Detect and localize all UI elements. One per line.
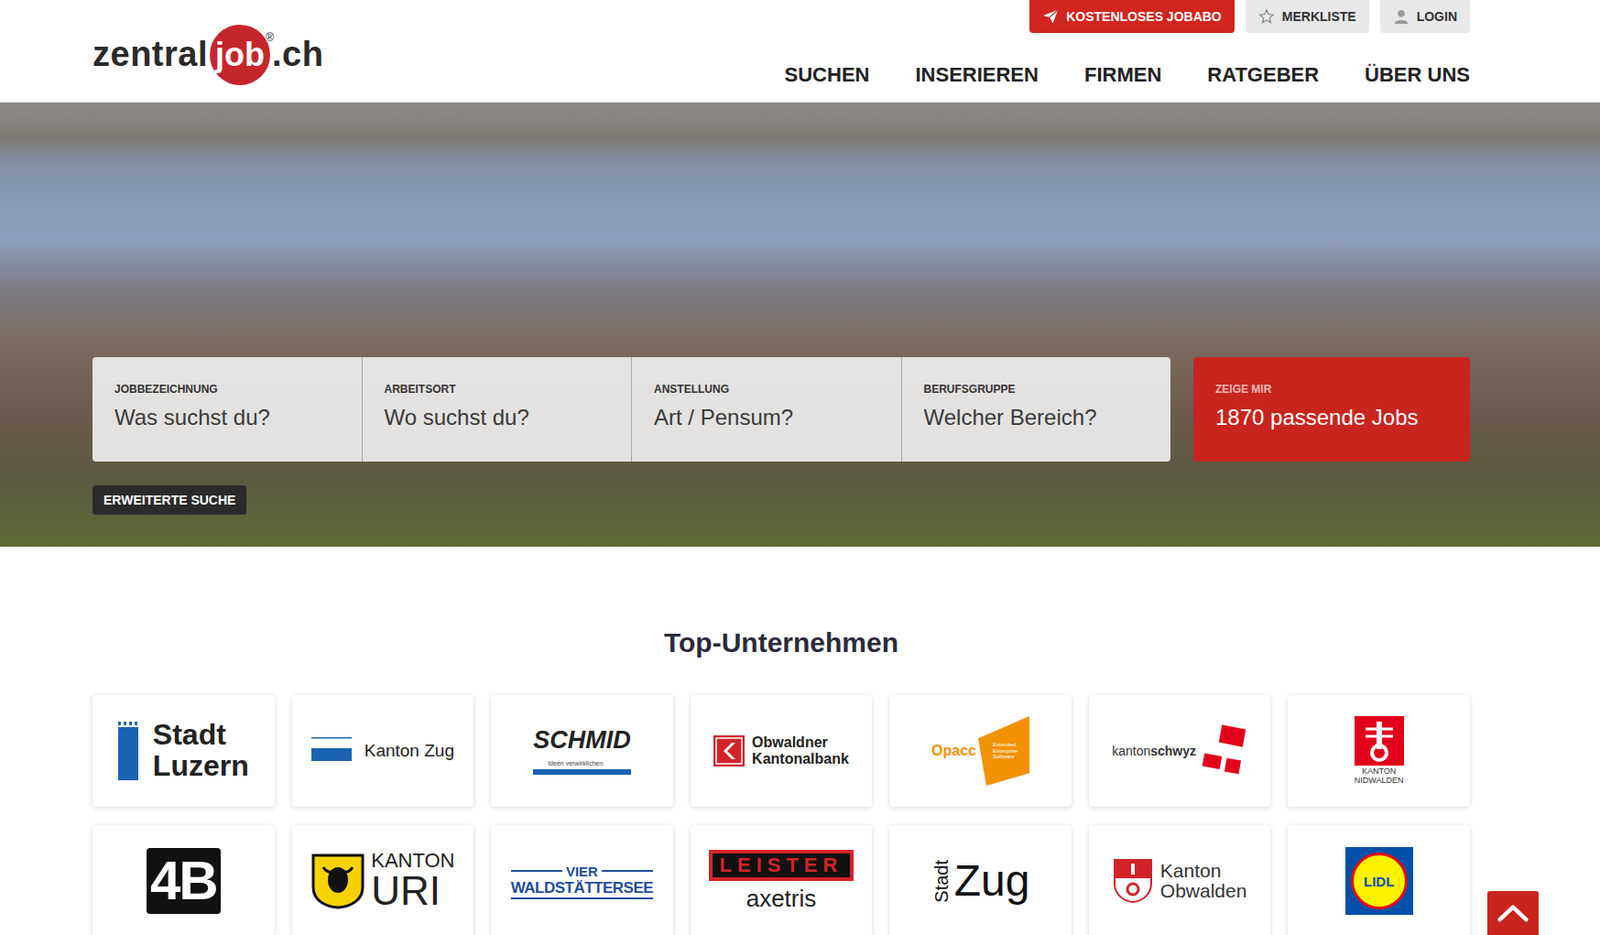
advanced-search-button[interactable]: ERWEITERTE SUCHE (92, 485, 247, 515)
company-card[interactable]: 4B (92, 825, 275, 935)
company-card[interactable]: Kanton Zug (292, 695, 475, 807)
search-bar: JOBBEZEICHNUNGWas suchst du?ARBEITSORTWo… (92, 357, 1470, 462)
company-card[interactable]: kantonschwyz (1088, 695, 1272, 807)
nav-item[interactable]: ÜBER UNS (1364, 63, 1470, 88)
section-title: Top-Unternehmen (92, 627, 1470, 659)
search-field[interactable]: ANSTELLUNGArt / Pensum? (631, 357, 903, 462)
opacc-shape: ExtendedEnterpriseSoftware (978, 716, 1030, 786)
user-icon (1393, 8, 1410, 25)
paper-plane-icon (1042, 8, 1059, 25)
site-logo[interactable]: zentraljob®.ch (92, 7, 324, 102)
company-card[interactable]: VIERWALDSTÄTTERSEE (490, 825, 674, 935)
nav-item[interactable]: SUCHEN (784, 63, 871, 88)
search-field[interactable]: ARBEITSORTWo suchst du? (362, 357, 633, 462)
logo-circle: job® (209, 24, 271, 86)
search-field[interactable]: JOBBEZEICHNUNGWas suchst du? (92, 357, 363, 462)
company-card[interactable]: ObwaldnerKantonalbank (690, 695, 873, 807)
company-card[interactable]: StadtZug (889, 825, 1072, 935)
company-card[interactable]: SCHMIDIdeen verwirklichen. (490, 695, 674, 807)
company-card[interactable]: LEISTERaxetris (690, 825, 873, 935)
flag-stripe-icon (311, 737, 352, 765)
obwalden-crest-icon (1112, 858, 1154, 904)
page: zentraljob®.ch KOSTENLOSES JOBABO MERKLIST… (0, 0, 1600, 935)
logo-text: zentral (92, 34, 208, 75)
star-icon (1258, 8, 1275, 25)
bank-mark-icon (713, 735, 745, 767)
top-button[interactable]: MERKLISTE (1245, 0, 1370, 33)
search-button[interactable]: ZEIGE MIR1870 passende Jobs (1193, 357, 1470, 462)
company-card[interactable]: LIDL (1287, 825, 1470, 935)
top-button[interactable]: LOGIN (1380, 0, 1470, 33)
company-card[interactable]: StadtLuzern (92, 695, 275, 807)
nav-item[interactable]: RATGEBER (1207, 63, 1319, 88)
scroll-top-button[interactable] (1487, 891, 1539, 935)
top-buttons: KOSTENLOSES JOBABO MERKLISTE LOGIN (1029, 0, 1470, 33)
search-field[interactable]: BERUFSGRUPPEWelcher Bereich? (902, 357, 1172, 462)
nav-item[interactable]: INSERIEREN (914, 63, 1038, 88)
city-bar-icon (118, 721, 141, 781)
chevron-up-icon (1496, 903, 1530, 924)
schwyz-mark-icon (1199, 722, 1248, 780)
top-companies: Top-Unternehmen StadtLuzernKanton ZugSCHM… (92, 546, 1470, 935)
hero: JOBBEZEICHNUNGWas suchst du?ARBEITSORTWo… (0, 102, 1600, 547)
main-nav: SUCHEN INSERIEREN FIRMEN RATGEBER ÜBER UNS (784, 63, 1470, 88)
company-card[interactable]: KANTONURI (292, 825, 475, 935)
company-card[interactable]: KantonObwalden (1088, 825, 1272, 935)
company-card[interactable]: OpaccExtendedEnterpriseSoftware (889, 695, 1072, 807)
nav-item[interactable]: FIRMEN (1084, 63, 1162, 88)
company-card[interactable]: KANTONNIDWALDEN (1287, 695, 1470, 807)
hero-photo (0, 102, 1600, 547)
uri-bull-icon (310, 852, 366, 910)
site-header: zentraljob®.ch KOSTENLOSES JOBABO MERKLIST… (0, 0, 1600, 103)
nidwalden-shield-icon (1354, 716, 1405, 766)
top-button[interactable]: KOSTENLOSES JOBABO (1029, 0, 1235, 33)
logo-suffix: .ch (272, 34, 324, 75)
